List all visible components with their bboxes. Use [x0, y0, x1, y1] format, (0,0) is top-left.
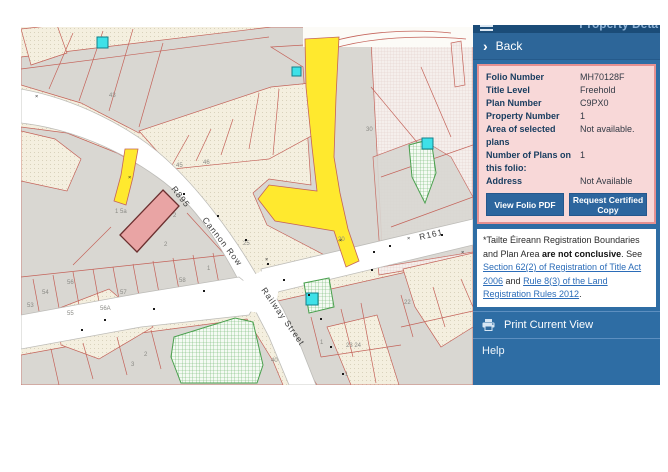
help-button[interactable]: Help	[473, 339, 660, 364]
printer-icon	[482, 319, 495, 331]
detail-label: Number of Plans on this folio:	[486, 149, 580, 175]
survey-dot	[183, 193, 185, 195]
detail-row: Folio NumberMH70128F	[486, 71, 647, 84]
survey-x-mark: ×	[461, 250, 464, 256]
back-button[interactable]: › Back	[473, 33, 660, 60]
parcel-number: 43	[109, 93, 116, 99]
survey-dot	[373, 251, 375, 253]
survey-dot	[81, 329, 83, 331]
detail-value: Not Available	[580, 175, 632, 188]
parcel-number: 54	[42, 290, 49, 296]
parcel-number: 45	[176, 163, 183, 169]
view-folio-pdf-button[interactable]: View Folio PDF	[486, 193, 564, 216]
detail-value: C9PX0	[580, 97, 609, 110]
survey-x-mark: ×	[265, 257, 268, 263]
detail-row: Area of selected plansNot available.	[486, 123, 647, 149]
disclaimer-suffix: .	[579, 289, 582, 299]
parcel-number: 56	[67, 280, 74, 286]
survey-dot	[217, 215, 219, 217]
folio-buttons: View Folio PDF Request Certified Copy	[486, 193, 647, 216]
parcel-number: 40	[271, 358, 278, 364]
survey-dot	[283, 279, 285, 281]
detail-value: Freehold	[580, 84, 616, 97]
survey-x-mark: ×	[339, 238, 342, 244]
map-marker[interactable]	[306, 293, 318, 305]
survey-dot	[342, 373, 344, 375]
parcel-number: 23 24	[346, 343, 362, 349]
panel-filler	[473, 364, 660, 386]
detail-value: MH70128F	[580, 71, 625, 84]
chevron-right-icon: ›	[483, 39, 488, 53]
survey-dot	[308, 294, 310, 296]
survey-dot	[320, 318, 322, 320]
detail-value: 1	[580, 110, 585, 123]
parcel-number: 46	[203, 160, 210, 166]
property-details-panel: Property Deta › Back Folio NumberMH70128…	[473, 25, 660, 385]
parcel-number: 56A	[100, 306, 111, 312]
app-window: R895Cannon RowRailway StreetR161 4345463…	[0, 0, 668, 472]
disclaimer-mid: . See	[621, 249, 642, 259]
print-label: Print Current View	[504, 319, 593, 331]
detail-label: Address	[486, 175, 580, 188]
map-marker[interactable]	[422, 138, 433, 149]
request-certified-copy-button[interactable]: Request Certified Copy	[569, 193, 647, 216]
parcel-number: 25	[243, 241, 250, 247]
detail-label: Folio Number	[486, 71, 580, 84]
detail-label: Property Number	[486, 110, 580, 123]
detail-label: Area of selected plans	[486, 123, 580, 149]
survey-x-mark: ×	[35, 94, 38, 100]
detail-row: Plan NumberC9PX0	[486, 97, 647, 110]
survey-dot	[153, 308, 155, 310]
detail-row: AddressNot Available	[486, 175, 647, 188]
survey-dot	[371, 269, 373, 271]
map-svg: R895Cannon RowRailway StreetR161 4345463…	[21, 27, 473, 385]
survey-dot	[330, 346, 332, 348]
map-marker[interactable]	[292, 67, 301, 76]
menu-icon[interactable]	[480, 25, 493, 31]
print-current-view-button[interactable]: Print Current View	[473, 311, 660, 339]
parcel-number: 22	[404, 300, 411, 306]
help-label: Help	[482, 345, 505, 357]
parcel-number: 57	[120, 290, 127, 296]
panel-title: Property Deta	[579, 25, 658, 31]
detail-label: Plan Number	[486, 97, 580, 110]
parcel-number: 55	[67, 311, 74, 317]
detail-value: Not available.	[580, 123, 635, 149]
survey-dot	[203, 290, 205, 292]
survey-dot	[267, 263, 269, 265]
detail-row: Property Number1	[486, 110, 647, 123]
back-label: Back	[496, 39, 523, 53]
survey-dot	[389, 245, 391, 247]
map-viewport[interactable]: R895Cannon RowRailway StreetR161 4345463…	[21, 27, 473, 385]
survey-dot	[245, 239, 247, 241]
survey-x-mark: ×	[128, 175, 131, 181]
panel-header: Property Deta	[473, 25, 660, 33]
survey-dot	[104, 319, 106, 321]
disclaimer-and: and	[503, 276, 523, 286]
parcel-number: 30	[366, 127, 373, 133]
parcel-number: 1 5a	[115, 209, 127, 215]
detail-row: Title LevelFreehold	[486, 84, 647, 97]
detail-value: 1	[580, 149, 585, 175]
disclaimer-box: *Tailte Éireann Registration Boundaries …	[477, 229, 656, 307]
disclaimer-text: *Tailte Éireann Registration Boundaries …	[483, 234, 650, 302]
folio-details-box: Folio NumberMH70128FTitle LevelFreeholdP…	[477, 64, 656, 224]
detail-row: Number of Plans on this folio:1	[486, 149, 647, 175]
survey-x-mark: ×	[407, 236, 410, 242]
survey-dot	[441, 234, 443, 236]
parcel-number: 53	[27, 303, 34, 309]
detail-label: Title Level	[486, 84, 580, 97]
parcel-number: 58	[179, 278, 186, 284]
disclaimer-bold: are not conclusive	[542, 249, 621, 259]
detail-rows: Folio NumberMH70128FTitle LevelFreeholdP…	[486, 71, 647, 188]
map-marker[interactable]	[97, 37, 108, 48]
